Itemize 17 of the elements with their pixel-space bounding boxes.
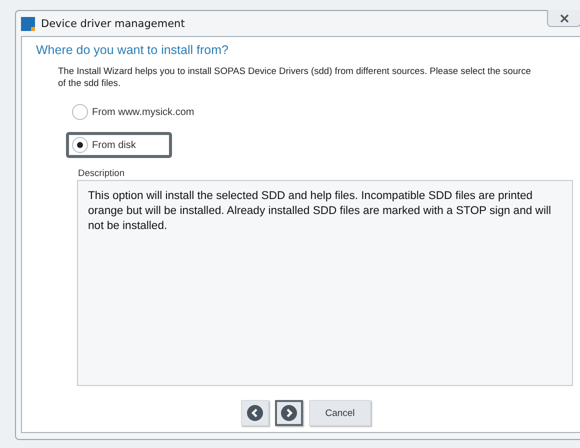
radio-option[interactable]: From www.mysick.com [66, 99, 200, 125]
app-icon [21, 16, 35, 30]
cancel-button[interactable]: Cancel [309, 400, 371, 426]
back-button[interactable] [241, 400, 269, 426]
description-label: Description [78, 168, 126, 178]
right-chevron-icon [281, 405, 297, 421]
window-title: Device driver management [41, 18, 185, 30]
close-icon [560, 14, 568, 22]
close-button[interactable] [547, 10, 580, 27]
radio-button[interactable] [72, 137, 88, 153]
next-button[interactable] [275, 400, 303, 426]
intro-text: The Install Wizard helps you to install SOPAS Device Drivers (sdd) from different sources. Please select the source of the sdd files. [58, 65, 532, 89]
page-heading: Where do you want to install from? [36, 43, 230, 57]
radio-button[interactable] [72, 104, 88, 120]
left-chevron-icon [247, 405, 263, 421]
description-text: This option will install the selected SDD and help files. Incompatible SDD files are printed orange but will be installed. Already installed SDD files are marked with a STOP sign and will not be installed. [88, 189, 552, 234]
radio-option[interactable]: From disk [66, 132, 172, 158]
